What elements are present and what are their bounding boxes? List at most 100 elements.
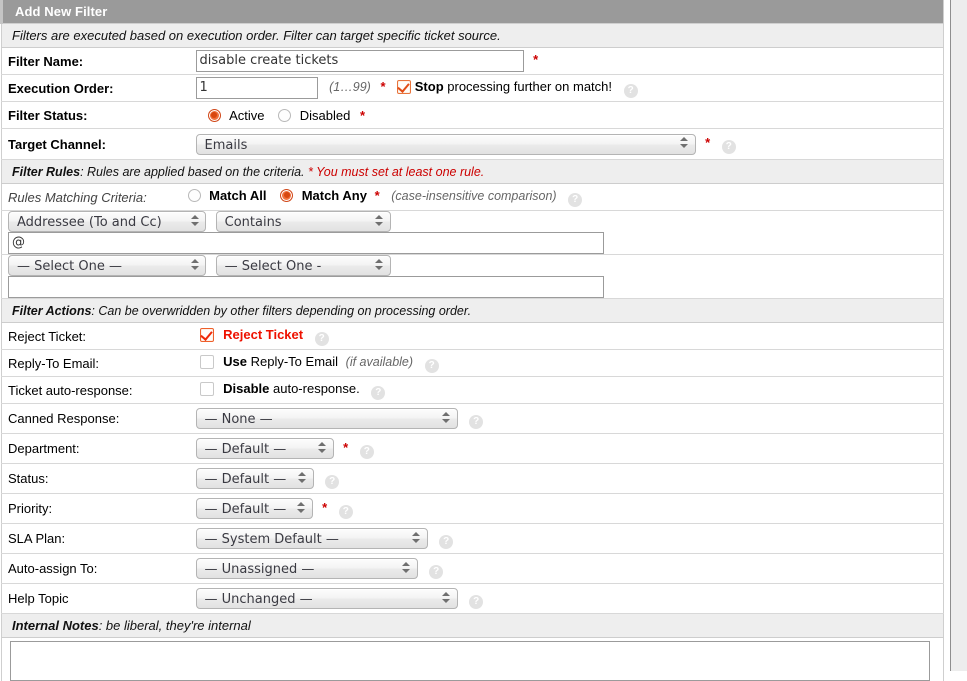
- radio-status-disabled[interactable]: [278, 109, 291, 122]
- row-status: Status: — Default — ?: [2, 464, 944, 494]
- rule-1-what-select[interactable]: Addressee (To and Cc): [8, 211, 206, 232]
- execution-order-required-mark: *: [380, 79, 385, 94]
- rule-1-value-input[interactable]: [8, 232, 604, 254]
- section-internal-notes: Internal Notes: be liberal, they're inte…: [2, 614, 944, 638]
- help-icon-target-channel[interactable]: ?: [722, 140, 736, 154]
- help-icon-reply-to-email[interactable]: ?: [425, 359, 439, 373]
- intro-note-row: Filters are executed based on execution …: [2, 24, 944, 48]
- reject-ticket-checkbox-label: Reject Ticket: [223, 327, 303, 342]
- status-select[interactable]: — Default —: [196, 468, 314, 489]
- help-icon-canned-response[interactable]: ?: [469, 415, 483, 429]
- sla-plan-label: SLA Plan:: [2, 524, 190, 554]
- help-topic-field-cell: — Unchanged — ?: [190, 584, 944, 614]
- filter-status-required-mark: *: [360, 108, 365, 123]
- status-value: — Default —: [205, 472, 287, 487]
- row-ticket-auto-response: Ticket auto-response: Disable auto-respo…: [2, 377, 944, 404]
- reject-ticket-checkbox-group[interactable]: Reject Ticket: [200, 327, 307, 342]
- stop-processing-checkbox[interactable]: [397, 80, 411, 94]
- execution-order-input[interactable]: [196, 77, 318, 99]
- sla-plan-select[interactable]: — System Default —: [196, 528, 428, 549]
- rule-2-how-select[interactable]: — Select One -: [216, 255, 391, 276]
- reply-to-email-label-bold: Use: [223, 354, 247, 369]
- rules-matching-label: Rules Matching Criteria:: [2, 184, 190, 211]
- rules-matching-hint: (case-insensitive comparison): [391, 189, 556, 203]
- radio-group-matching: Match All Match Any: [188, 188, 375, 203]
- section-filter-actions: Filter Actions: Can be overwridden by ot…: [2, 299, 944, 323]
- reply-to-email-label: Reply-To Email:: [2, 350, 190, 377]
- target-channel-required-mark: *: [705, 135, 710, 150]
- row-reject-ticket: Reject Ticket: Reject Ticket ?: [2, 323, 944, 350]
- department-select[interactable]: — Default —: [196, 438, 334, 459]
- filter-status-field-cell: Active Disabled *: [190, 102, 944, 129]
- help-topic-select[interactable]: — Unchanged —: [196, 588, 458, 609]
- row-rule-1-value: [2, 232, 944, 255]
- chevron-updown-icon: [375, 215, 384, 229]
- help-icon-priority[interactable]: ?: [339, 505, 353, 519]
- sla-plan-value: — System Default —: [205, 532, 339, 547]
- priority-label: Priority:: [2, 494, 190, 524]
- auto-assign-value: — Unassigned —: [205, 562, 315, 577]
- radio-status-active[interactable]: [208, 109, 221, 122]
- target-channel-select[interactable]: Emails: [196, 134, 696, 155]
- filter-name-required-mark: *: [533, 52, 538, 67]
- target-channel-select-value: Emails: [205, 138, 248, 153]
- canned-response-field-cell: — None — ?: [190, 404, 944, 434]
- reject-ticket-checkbox[interactable]: [200, 328, 214, 342]
- radio-match-any[interactable]: [280, 189, 293, 202]
- row-priority: Priority: — Default — * ?: [2, 494, 944, 524]
- internal-notes-textarea[interactable]: [10, 641, 930, 681]
- filter-status-label: Filter Status:: [2, 102, 190, 129]
- priority-required-mark: *: [322, 500, 327, 515]
- auto-assign-select[interactable]: — Unassigned —: [196, 558, 418, 579]
- row-sla-plan: SLA Plan: — System Default — ?: [2, 524, 944, 554]
- rule-2-what-select[interactable]: — Select One —: [8, 255, 206, 276]
- radio-match-all[interactable]: [188, 189, 201, 202]
- rule-2-what-value: — Select One —: [17, 259, 122, 274]
- reply-to-email-checkbox[interactable]: [200, 355, 214, 369]
- radio-match-any-label: Match Any: [302, 188, 367, 203]
- section-filter-rules: Filter Rules: Rules are applied based on…: [2, 160, 944, 184]
- stop-processing-checkbox-group[interactable]: Stop processing further on match!: [397, 79, 616, 94]
- priority-value: — Default —: [205, 502, 287, 517]
- filter-name-field-cell: *: [190, 48, 944, 75]
- chevron-updown-icon: [442, 592, 451, 606]
- help-icon-auto-assign[interactable]: ?: [429, 565, 443, 579]
- rule-2-how-value: — Select One -: [225, 259, 322, 274]
- disable-auto-response-checkbox-group[interactable]: Disable auto-response.: [200, 381, 364, 396]
- internal-notes-section-title: Internal Notes: [12, 618, 99, 633]
- internal-notes-section-header: Internal Notes: be liberal, they're inte…: [2, 614, 944, 638]
- rules-matching-required-mark: *: [375, 188, 380, 203]
- reply-to-email-label-rest: Reply-To Email: [251, 354, 338, 369]
- chevron-updown-icon: [190, 215, 199, 229]
- right-scroll-rail[interactable]: [950, 0, 967, 671]
- help-icon-help-topic[interactable]: ?: [469, 595, 483, 609]
- radio-match-all-label: Match All: [209, 188, 266, 203]
- panel-title: Add New Filter: [2, 0, 944, 24]
- help-icon-status[interactable]: ?: [325, 475, 339, 489]
- help-icon-sla-plan[interactable]: ?: [439, 535, 453, 549]
- department-required-mark: *: [343, 440, 348, 455]
- ticket-auto-response-label: Ticket auto-response:: [2, 377, 190, 404]
- row-rule-1-selects: Addressee (To and Cc) Contains: [2, 211, 944, 233]
- filter-name-input[interactable]: [196, 50, 524, 72]
- auto-assign-field-cell: — Unassigned — ?: [190, 554, 944, 584]
- help-icon-reject-ticket[interactable]: ?: [315, 332, 329, 346]
- status-label: Status:: [2, 464, 190, 494]
- filter-actions-section-header: Filter Actions: Can be overwridden by ot…: [2, 299, 944, 323]
- help-topic-value: — Unchanged —: [205, 592, 313, 607]
- stop-processing-label-bold: Stop: [415, 79, 444, 94]
- help-icon-auto-response[interactable]: ?: [371, 386, 385, 400]
- help-icon-execution-order[interactable]: ?: [624, 84, 638, 98]
- canned-response-select[interactable]: — None —: [196, 408, 458, 429]
- priority-select[interactable]: — Default —: [196, 498, 313, 519]
- reply-to-email-checkbox-group[interactable]: Use Reply-To Email (if available): [200, 354, 417, 369]
- target-channel-field-cell: Emails * ?: [190, 129, 944, 160]
- help-icon-rules-matching[interactable]: ?: [568, 193, 582, 207]
- rule-1-how-select[interactable]: Contains: [216, 211, 391, 232]
- chevron-updown-icon: [402, 562, 411, 576]
- help-icon-department[interactable]: ?: [360, 445, 374, 459]
- disable-auto-response-checkbox[interactable]: [200, 382, 214, 396]
- rule-2-value-input[interactable]: [8, 276, 604, 298]
- reply-to-email-label-hint: (if available): [346, 355, 413, 369]
- disable-auto-response-label-bold: Disable: [223, 381, 269, 396]
